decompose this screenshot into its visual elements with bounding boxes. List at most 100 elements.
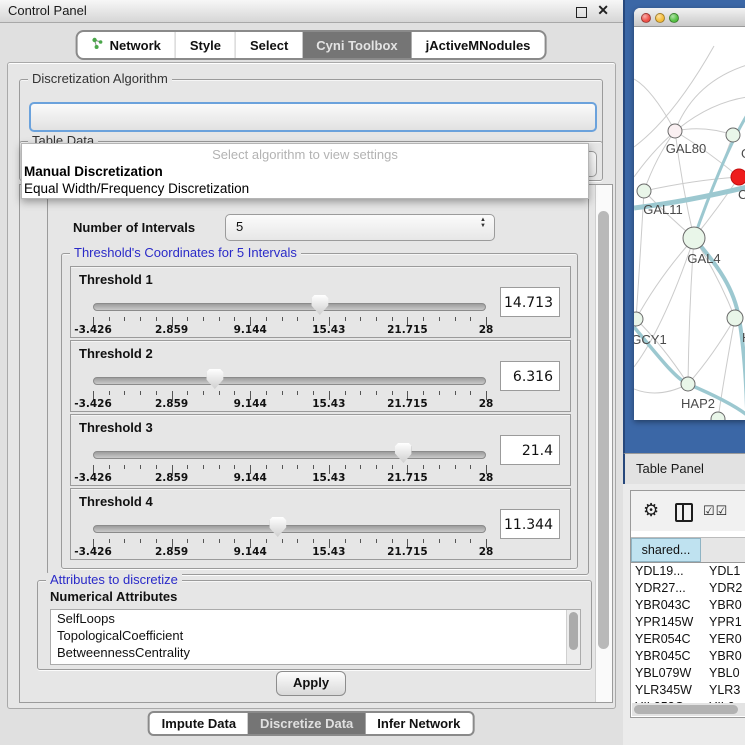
network-node[interactable] [637,184,651,198]
dropdown-option-manual[interactable]: Manual Discretization [24,163,586,180]
algorithm-combobox[interactable] [29,102,597,132]
attribute-list-item[interactable]: TopologicalCoefficient [51,627,580,644]
threshold-slider[interactable]: -3.4262.8599.14415.4321.71528 [93,439,486,483]
list-scrollbar[interactable] [566,610,580,664]
tick-mark [266,465,267,469]
tick-label: 21.715 [387,546,428,558]
threshold-slider[interactable]: -3.4262.8599.14415.4321.71528 [93,513,486,557]
threshold-value-field[interactable]: 11.344 [500,509,560,539]
panel-scrollbar[interactable] [595,185,612,702]
slider-track[interactable] [93,451,486,459]
table-cell[interactable]: YDR2 [701,580,745,597]
scrollbar-thumb[interactable] [598,211,609,649]
network-node[interactable] [727,310,743,326]
close-traffic-light[interactable] [641,13,651,23]
network-canvas[interactable]: GAL80GCGAL11GAL4GCY1HHAP2 [634,27,745,420]
apply-button[interactable]: Apply [276,671,346,696]
table-row[interactable]: YBR045CYBR0 [631,648,745,665]
tab-select[interactable]: Select [235,32,302,58]
column-header-name[interactable]: n [701,538,745,562]
zoom-traffic-light[interactable] [669,13,679,23]
tick-mark [219,317,220,321]
minimize-traffic-light[interactable] [655,13,665,23]
table-row[interactable]: YPR145WYPR1 [631,614,745,631]
table-cell[interactable]: YER054C [631,631,701,648]
tab-style[interactable]: Style [175,32,235,58]
node-label: C [738,187,745,202]
tab-network[interactable]: Network [78,32,175,58]
network-node[interactable] [683,227,705,249]
table-row[interactable]: YBL079WYBL0 [631,665,745,682]
tick-mark [266,317,267,321]
columns-icon[interactable] [675,503,693,522]
table-cell[interactable]: YBL079W [631,665,701,682]
tick-mark [109,539,110,543]
table-cell[interactable]: YDL1 [701,563,745,580]
table-cell[interactable]: YBL0 [701,665,745,682]
checkbox-icons[interactable]: ☑☑ [703,503,728,519]
tick-mark [156,465,157,469]
table-cell[interactable]: YBR045C [631,648,701,665]
table-cell[interactable]: YBR043C [631,597,701,614]
attribute-list-item[interactable]: SelfLoops [51,610,580,627]
close-icon[interactable]: ✕ [597,4,609,16]
tick-mark [234,465,235,469]
table-row[interactable]: YER054CYER0 [631,631,745,648]
tick-label: 2.859 [155,546,188,558]
tick-label: 28 [479,546,494,558]
attribute-list-item[interactable]: BetweennessCentrality [51,644,580,661]
network-node[interactable] [726,128,740,142]
tick-mark [470,539,471,543]
table-row[interactable]: YLR345WYLR3 [631,682,745,699]
table-cell[interactable]: YDL19... [631,563,701,580]
slider-thumb[interactable] [395,443,412,463]
network-node[interactable] [731,169,745,185]
tick-mark [219,539,220,543]
slider-track[interactable] [93,303,486,311]
slider-track[interactable] [93,525,486,533]
tick-mark [219,465,220,469]
table-cell[interactable]: YPR145W [631,614,701,631]
threshold-slider[interactable]: -3.4262.8599.14415.4321.71528 [93,291,486,335]
threshold-value-field[interactable]: 14.713 [500,287,560,317]
dropdown-option-equal-width[interactable]: Equal Width/Frequency Discretization [24,180,586,197]
slider-thumb[interactable] [206,369,223,389]
group-title: Attributes to discretize [46,573,182,587]
threshold-slider[interactable]: -3.4262.8599.14415.4321.71528 [93,365,486,409]
network-node[interactable] [711,412,725,420]
table-cell[interactable]: YDR27... [631,580,701,597]
threshold-value-field[interactable]: 21.4 [500,435,560,465]
tick-mark [297,539,298,543]
tab-label: jActiveMNodules [426,38,531,53]
table-cell[interactable]: YPR1 [701,614,745,631]
table-cell[interactable]: YBR0 [701,648,745,665]
tab-cyni-toolbox[interactable]: Cyni Toolbox [302,32,411,58]
table-row[interactable]: YBR043CYBR0 [631,597,745,614]
numerical-attributes-list[interactable]: SelfLoopsTopologicalCoefficientBetweenne… [50,609,581,665]
slider-track[interactable] [93,377,486,385]
table-row[interactable]: YDL19...YDL1 [631,563,745,580]
scrollbar-thumb[interactable] [569,612,578,650]
column-header-shared[interactable]: shared... [631,538,701,562]
slider-thumb[interactable] [311,295,328,315]
table-cell[interactable]: YLR345W [631,682,701,699]
number-of-intervals-combobox[interactable]: 5 ▲▼ [225,214,495,241]
tab-discretize-data[interactable]: Discretize Data [248,713,365,734]
network-node[interactable] [668,124,682,138]
slider-thumb[interactable] [269,517,286,537]
gear-icon[interactable]: ⚙ [643,500,659,521]
network-node[interactable] [634,312,643,326]
table-row[interactable]: YDR27...YDR2 [631,580,745,597]
table-cell[interactable]: YER0 [701,631,745,648]
tab-infer-network[interactable]: Infer Network [365,713,472,734]
table-horizontal-scrollbar[interactable] [632,703,745,716]
float-window-icon[interactable] [576,7,587,18]
tab-impute-data[interactable]: Impute Data [150,713,248,734]
tab-jactivemnodules[interactable]: jActiveMNodules [412,32,545,58]
scrollbar-thumb[interactable] [634,705,738,714]
table-cell[interactable]: YBR0 [701,597,745,614]
network-node[interactable] [681,377,695,391]
table-cell[interactable]: YLR3 [701,682,745,699]
threshold-value-field[interactable]: 6.316 [500,361,560,391]
threshold-title: Threshold 4 [79,494,153,509]
